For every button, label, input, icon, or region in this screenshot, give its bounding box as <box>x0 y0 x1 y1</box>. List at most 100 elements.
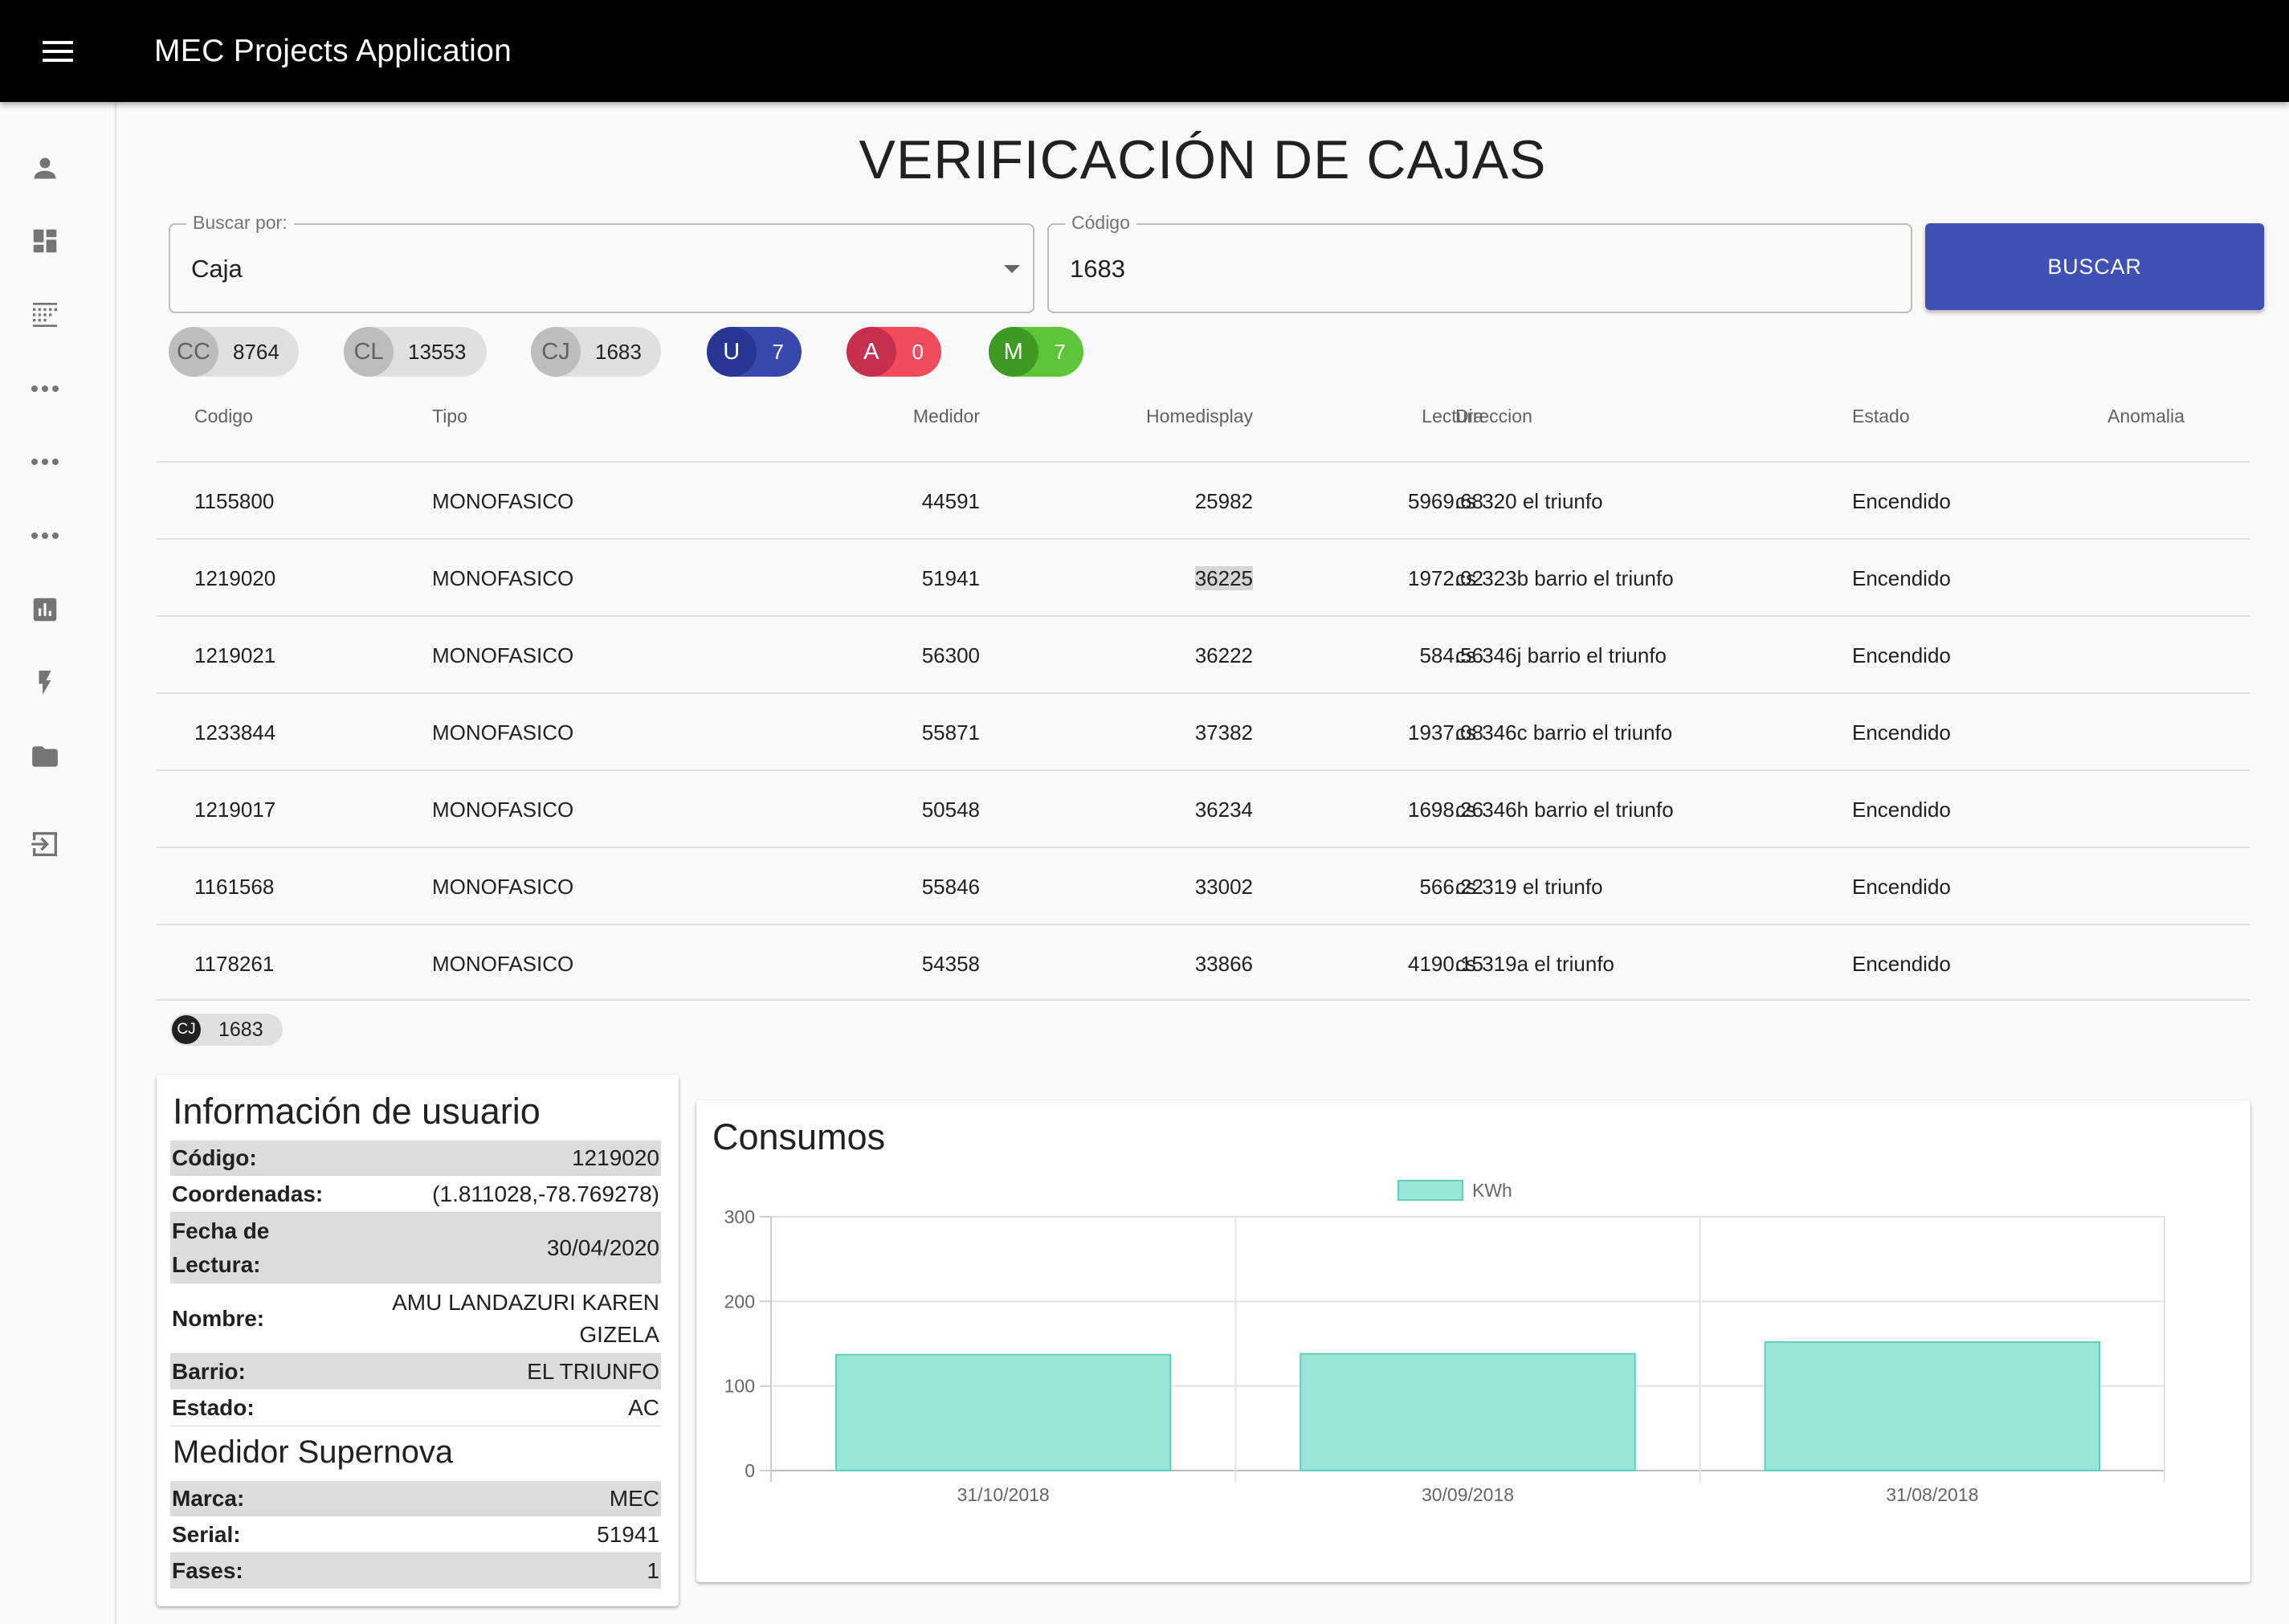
dropdown-arrow-icon[interactable] <box>1004 265 1020 273</box>
x-tick-label: 30/09/2018 <box>1422 1484 1514 1505</box>
y-tick-label: 0 <box>745 1460 755 1481</box>
cell-tipo: MONOFASICO <box>432 566 574 590</box>
more-icon[interactable] <box>22 366 67 411</box>
chip-avatar: M <box>989 327 1038 377</box>
header-codigo[interactable]: Codigo <box>194 402 253 430</box>
header-estado[interactable]: Estado <box>1852 402 1910 430</box>
info-label: Serial: <box>172 1522 241 1547</box>
cell-medidor: 50548 <box>921 798 980 822</box>
more-icon[interactable] <box>22 513 67 558</box>
code-input[interactable]: Código 1683 <box>1047 212 1912 313</box>
cell-direccion: cs 319a el triunfo <box>1455 952 1615 976</box>
info-row-codigo: Código: 1219020 <box>170 1140 661 1176</box>
info-value: EL TRIUNFO <box>527 1359 659 1384</box>
chip-cl[interactable]: CL 13553 <box>344 327 487 377</box>
cell-estado: Encendido <box>1852 952 1951 976</box>
chip-avatar: CL <box>344 327 394 377</box>
flash-icon[interactable] <box>22 660 67 705</box>
cell-medidor: 54358 <box>921 952 980 976</box>
user-info-title: Información de usuario <box>173 1091 541 1132</box>
info-label: Coordenadas: <box>172 1181 324 1206</box>
chip-u[interactable]: U 7 <box>707 327 802 377</box>
cell-homedisplay: 33002 <box>1194 875 1253 899</box>
consumos-chart: KWh 0 100 200 300 31/10/2018 30/09/2018 31/08/2… <box>724 1180 2165 1505</box>
info-label: Marca: <box>172 1486 245 1511</box>
table-row[interactable]: 1155800 MONOFASICO 44591 25982 5969.68 c… <box>157 461 2250 538</box>
cell-homedisplay: 25982 <box>1194 489 1253 513</box>
cell-direccion: cs 346j barrio el triunfo <box>1455 643 1667 667</box>
info-row-fases: Fases: 1 <box>170 1553 661 1589</box>
cell-homedisplay: 36225 <box>1194 540 1253 617</box>
chip-avatar: A <box>847 327 896 377</box>
chip-a[interactable]: A 0 <box>847 327 941 377</box>
cell-tipo: MONOFASICO <box>432 720 574 745</box>
chip-value: 1683 <box>218 1018 263 1041</box>
info-value: 51941 <box>597 1522 659 1547</box>
buscar-button[interactable]: BUSCAR <box>1925 223 2264 310</box>
info-row-coordenadas: Coordenadas: (1.811028,-78.769278) <box>170 1176 661 1213</box>
sidebar <box>0 102 116 1624</box>
table-row[interactable]: 1161568 MONOFASICO 55846 33002 566.22 cs… <box>157 847 2250 924</box>
user-info-card: Información de usuario Código: 1219020 C… <box>157 1075 679 1606</box>
cell-estado: Encendido <box>1852 643 1951 667</box>
cell-direccion: cs 346h barrio el triunfo <box>1455 798 1674 822</box>
y-tick-label: 200 <box>724 1291 755 1312</box>
info-row-nombre: Nombre: AMU LANDAZURI KAREN GIZELA <box>170 1283 661 1354</box>
chip-cj[interactable]: CJ 1683 <box>531 327 661 377</box>
code-label: Código <box>1065 212 1136 234</box>
table-row[interactable]: 1233844 MONOFASICO 55871 37382 1937.08 c… <box>157 692 2250 769</box>
bar <box>1300 1353 1636 1472</box>
selected-box-chip[interactable]: CJ 1683 <box>170 1014 283 1046</box>
info-label: Barrio: <box>172 1359 246 1384</box>
info-value: AMU LANDAZURI KAREN GIZELA <box>392 1287 661 1351</box>
cell-codigo: 1219020 <box>194 566 276 590</box>
x-tick-label: 31/10/2018 <box>957 1484 1050 1505</box>
header-anomalia[interactable]: Anomalia <box>2107 402 2185 430</box>
cell-medidor: 44591 <box>921 489 980 513</box>
table-row[interactable]: 1219017 MONOFASICO 50548 36234 1698.26 c… <box>157 769 2250 847</box>
cell-codigo: 1233844 <box>194 720 276 745</box>
search-by-select[interactable]: Buscar por: Caja <box>169 212 1034 313</box>
bar-chart-icon[interactable] <box>22 587 67 632</box>
header-homedisplay[interactable]: Homedisplay <box>1146 402 1253 430</box>
header-tipo[interactable]: Tipo <box>432 402 467 430</box>
menu-icon[interactable] <box>0 0 116 102</box>
info-value: AC <box>628 1395 659 1420</box>
cell-direccion: cs 319 el triunfo <box>1455 875 1603 899</box>
y-tick-label: 300 <box>724 1206 755 1227</box>
info-value: 30/04/2020 <box>546 1234 659 1260</box>
chip-m[interactable]: M 7 <box>989 327 1083 377</box>
exit-icon[interactable] <box>22 822 67 867</box>
table-row[interactable]: 1178261 MONOFASICO 54358 33866 4190.15 c… <box>157 924 2250 1001</box>
table-row[interactable]: 1219020 MONOFASICO 51941 36225 1972.02 c… <box>157 538 2250 615</box>
person-icon[interactable] <box>22 145 67 190</box>
cell-direccion: cs 346c barrio el triunfo <box>1455 720 1673 745</box>
cell-homedisplay: 37382 <box>1194 720 1253 745</box>
header-direccion[interactable]: Direccion <box>1455 402 1532 430</box>
chip-avatar: CJ <box>531 327 581 377</box>
cell-estado: Encendido <box>1852 875 1951 899</box>
chip-value: 8764 <box>233 339 279 364</box>
search-by-label: Buscar por: <box>186 212 294 234</box>
chip-avatar: CJ <box>172 1015 201 1044</box>
info-value: 1 <box>647 1558 659 1583</box>
cell-homedisplay: 33866 <box>1194 952 1253 976</box>
cell-estado: Encendido <box>1852 798 1951 822</box>
code-value[interactable]: 1683 <box>1070 255 1125 284</box>
dashboard-icon[interactable] <box>22 218 67 263</box>
chip-cc[interactable]: CC 8764 <box>169 327 299 377</box>
table-row[interactable]: 1219021 MONOFASICO 56300 36222 584.56 cs… <box>157 615 2250 692</box>
more-icon[interactable] <box>22 439 67 484</box>
info-label: Fases: <box>172 1558 243 1583</box>
info-row-serial: Serial: 51941 <box>170 1516 661 1553</box>
cell-tipo: MONOFASICO <box>432 952 574 976</box>
cell-codigo: 1219021 <box>194 643 276 667</box>
x-tick-label: 31/08/2018 <box>1886 1484 1978 1505</box>
cell-homedisplay: 36222 <box>1194 643 1253 667</box>
folder-icon[interactable] <box>22 734 67 779</box>
info-value: (1.811028,-78.769278) <box>432 1181 659 1206</box>
grid-icon[interactable] <box>22 292 67 337</box>
cell-medidor: 56300 <box>921 643 980 667</box>
consumos-card: Consumos KWh 0 100 200 300 31/10/2018 30/09/20… <box>696 1100 2250 1582</box>
header-medidor[interactable]: Medidor <box>913 402 980 430</box>
